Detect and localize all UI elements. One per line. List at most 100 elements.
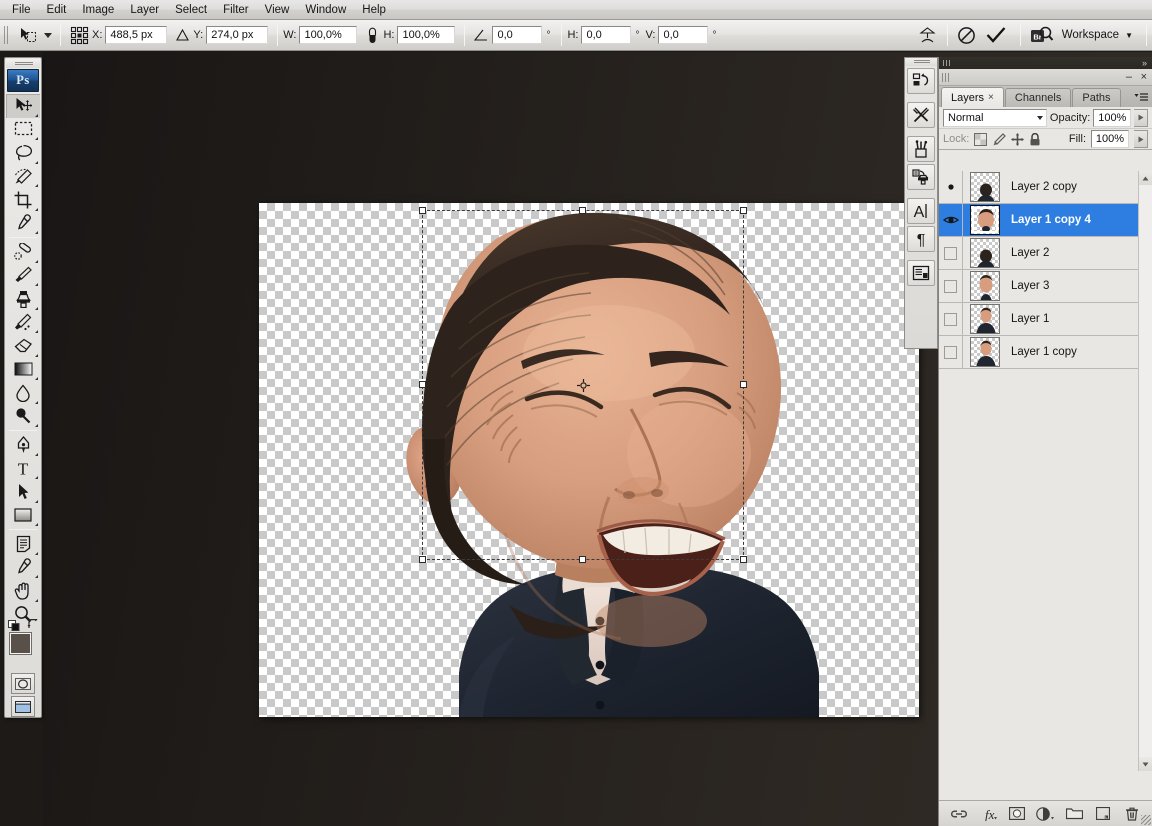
reference-point-locator-icon[interactable] — [66, 23, 92, 47]
quick-selection-tool-button[interactable] — [6, 165, 40, 189]
swap-foreground-background-icon[interactable] — [27, 619, 39, 630]
menu-layer[interactable]: Layer — [122, 1, 167, 19]
table-row[interactable]: Layer 1 copy 4 — [939, 203, 1152, 237]
new-group-icon[interactable] — [1064, 804, 1084, 824]
gradient-tool-button[interactable] — [6, 358, 40, 382]
workspace-button[interactable]: Workspace ▼ — [1058, 27, 1141, 43]
dock-grip[interactable] — [905, 58, 937, 66]
menu-window[interactable]: Window — [297, 1, 354, 19]
transform-handle-bottom-right[interactable] — [740, 556, 747, 563]
panel-resize-grip[interactable] — [1141, 815, 1151, 825]
transform-handle-top-center[interactable] — [579, 207, 586, 214]
lasso-tool-button[interactable] — [6, 141, 40, 165]
cancel-transform-icon[interactable] — [953, 24, 981, 46]
link-layers-icon[interactable] — [949, 804, 969, 824]
lock-all-icon[interactable] — [1029, 132, 1041, 146]
layers-scrollbar[interactable] — [1138, 171, 1152, 771]
move-tool-button[interactable] — [6, 94, 40, 118]
edit-in-quick-mask-mode-icon[interactable] — [11, 673, 35, 694]
table-row[interactable]: Layer 3 — [939, 269, 1152, 303]
notes-tool-button[interactable] — [6, 532, 40, 556]
y-input[interactable]: 274,0 px — [206, 26, 269, 44]
new-adjustment-layer-icon[interactable] — [1035, 804, 1055, 824]
menu-file[interactable]: File — [4, 1, 39, 19]
tool-preset-picker-caret[interactable] — [41, 23, 55, 47]
layer-name[interactable]: Layer 2 — [1007, 247, 1049, 259]
menu-select[interactable]: Select — [167, 1, 215, 19]
path-selection-tool-button[interactable] — [6, 480, 40, 504]
tab-close-icon[interactable]: × — [988, 92, 994, 103]
width-input[interactable]: 100,0% — [299, 26, 358, 44]
table-row[interactable]: Layer 1 — [939, 302, 1152, 336]
height-input[interactable]: 100,0% — [397, 26, 456, 44]
layer-name[interactable]: Layer 1 copy 4 — [1007, 214, 1091, 226]
scroll-down-button[interactable] — [1139, 757, 1152, 771]
default-foreground-background-icon[interactable] — [8, 620, 20, 631]
layer-name[interactable]: Layer 1 copy — [1007, 346, 1077, 358]
menu-view[interactable]: View — [257, 1, 298, 19]
add-layer-mask-icon[interactable] — [1007, 804, 1027, 824]
panel-dock-top-grip[interactable]: » — [939, 57, 1152, 69]
new-layer-icon[interactable] — [1093, 804, 1113, 824]
fill-input[interactable]: 100% — [1091, 130, 1129, 148]
transform-handle-top-right[interactable] — [740, 207, 747, 214]
history-brush-tool-button[interactable] — [6, 311, 40, 335]
foreground-color-swatch[interactable] — [10, 633, 31, 654]
add-layer-style-icon[interactable]: fx — [978, 804, 998, 824]
layer-visibility-toggle[interactable] — [939, 203, 963, 237]
menu-image[interactable]: Image — [74, 1, 122, 19]
color-sampler-tool-button[interactable] — [6, 556, 40, 580]
lock-image-pixels-icon[interactable] — [992, 132, 1007, 146]
layer-visibility-toggle[interactable] — [939, 171, 963, 204]
switch-to-warp-mode-icon[interactable] — [914, 24, 942, 46]
pen-tool-button[interactable] — [6, 433, 40, 457]
history-panel-icon[interactable] — [907, 68, 935, 94]
skew-v-input[interactable]: 0,0 — [658, 26, 709, 44]
eraser-tool-button[interactable] — [6, 334, 40, 358]
fill-slider-button[interactable] — [1134, 130, 1148, 148]
brushes-panel-icon[interactable] — [907, 136, 935, 162]
expand-dock-icon[interactable]: » — [1142, 59, 1147, 68]
transform-handle-top-left[interactable] — [419, 207, 426, 214]
close-button[interactable]: × — [1141, 71, 1147, 83]
scroll-up-button[interactable] — [1139, 171, 1152, 185]
layer-list[interactable]: Layer 2 copy Layer 1 copy 4 Layer 2 Laye… — [939, 171, 1152, 771]
panel-menu-icon[interactable] — [1133, 91, 1149, 105]
free-transform-bounding-box[interactable] — [419, 207, 747, 563]
layer-thumbnail-cell[interactable] — [963, 337, 1007, 367]
commit-transform-icon[interactable] — [981, 24, 1011, 46]
tool-presets-panel-icon[interactable] — [907, 102, 935, 128]
layer-comps-panel-icon[interactable] — [907, 260, 935, 286]
transform-handle-bottom-center[interactable] — [579, 556, 586, 563]
layers-panel-titlebar[interactable]: – × — [939, 69, 1152, 86]
lock-position-icon[interactable] — [1011, 132, 1025, 146]
opacity-slider-button[interactable] — [1134, 108, 1148, 127]
document-canvas[interactable] — [259, 203, 919, 717]
crop-tool-button[interactable] — [6, 188, 40, 212]
tab-paths[interactable]: Paths — [1072, 88, 1121, 107]
layer-name[interactable]: Layer 3 — [1007, 280, 1049, 292]
transform-handle-middle-left[interactable] — [419, 381, 426, 388]
layer-visibility-toggle[interactable] — [939, 236, 963, 270]
horizontal-type-tool-button[interactable]: T — [6, 457, 40, 481]
move-tool-icon[interactable] — [15, 23, 41, 47]
transform-handle-middle-right[interactable] — [740, 381, 747, 388]
opacity-input[interactable]: 100% — [1093, 108, 1132, 127]
layer-visibility-toggle[interactable] — [939, 335, 963, 369]
menu-filter[interactable]: Filter — [215, 1, 257, 19]
tab-layers[interactable]: Layers × — [941, 87, 1004, 107]
x-input[interactable]: 488,5 px — [105, 26, 168, 44]
options-bar-grip[interactable] — [2, 23, 12, 47]
layer-name[interactable]: Layer 2 copy — [1007, 181, 1077, 193]
rectangular-marquee-tool-button[interactable] — [6, 118, 40, 142]
dodge-tool-button[interactable] — [6, 405, 40, 429]
transform-handle-bottom-left[interactable] — [419, 556, 426, 563]
table-row[interactable]: Layer 2 — [939, 236, 1152, 270]
maintain-aspect-ratio-icon[interactable] — [361, 24, 383, 46]
brush-tool-button[interactable] — [6, 264, 40, 288]
menu-edit[interactable]: Edit — [39, 1, 75, 19]
layer-thumbnail-cell[interactable] — [963, 205, 1007, 235]
layer-visibility-toggle[interactable] — [939, 269, 963, 303]
clone-stamp-tool-button[interactable] — [6, 287, 40, 311]
table-row[interactable]: Layer 1 copy — [939, 335, 1152, 369]
